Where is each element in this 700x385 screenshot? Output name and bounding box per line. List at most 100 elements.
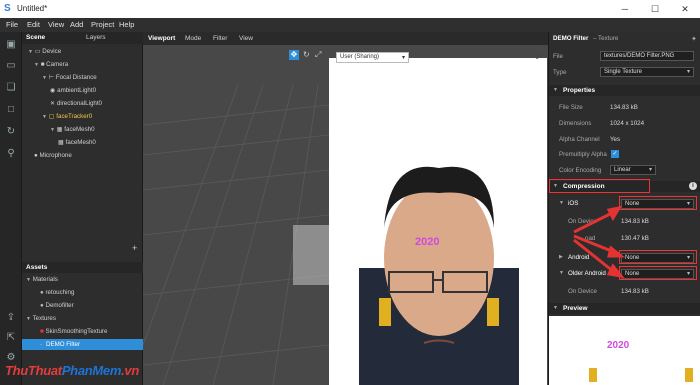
mesh-object	[293, 225, 329, 285]
preview-section-header[interactable]: ▼ Preview	[549, 303, 700, 314]
chevron-down-icon: ▾	[401, 55, 405, 61]
tab-layers[interactable]: Layers	[86, 34, 106, 41]
tree-item-microphone[interactable]: ● Microphone	[34, 152, 72, 159]
app-logo-icon: S	[4, 3, 11, 14]
premultiply-checkbox[interactable]: ✓	[611, 150, 619, 158]
move-tool-icon[interactable]: ✥	[289, 50, 299, 60]
material-sphere-icon: ●	[40, 302, 44, 309]
add-object-button[interactable]: +	[132, 243, 137, 253]
tree-item-face-tracker[interactable]: ▼ ▢ faceTracker0	[42, 113, 92, 120]
file-field[interactable]: textures/DEMO Filter.PNG	[600, 51, 694, 61]
tree-item-device[interactable]: ▼ ▭ Device	[28, 48, 61, 55]
video-icon[interactable]: ▭	[5, 60, 17, 72]
asset-material-retouching[interactable]: ● retouching	[40, 289, 74, 296]
color-encoding-dropdown[interactable]: Linear ▾	[610, 165, 656, 175]
alpha-value: Yes	[610, 136, 621, 143]
expand-icon[interactable]: ⤢	[536, 52, 542, 62]
face-preview-image	[359, 166, 519, 385]
menu-project[interactable]: Project	[91, 20, 114, 29]
title-bar: S Untitled* ─ ☐ ✕	[0, 0, 700, 18]
dimensions-value: 1024 x 1024	[610, 120, 645, 127]
viewport-tabs: Viewport Mode Filter View	[143, 32, 548, 45]
tab-filter[interactable]: Filter	[213, 35, 227, 42]
texture-red-icon: ■	[40, 328, 44, 335]
device-icon: ▭	[34, 48, 41, 55]
tab-mode[interactable]: Mode	[185, 35, 201, 42]
tool-strip: ▣ ▭ ❏ □ ↻ ⚲ ⇪ ⇱ ⚙	[0, 32, 22, 385]
face-overlay-2020: 2020	[415, 236, 440, 248]
asset-group-materials[interactable]: ▼ Materials	[26, 276, 58, 283]
preview-2020-text: 2020	[607, 340, 630, 351]
preview-sticker-right	[685, 368, 693, 382]
asset-material-demofilter[interactable]: ● Demofilter	[40, 302, 74, 309]
assets-header: Assets	[22, 262, 143, 273]
asset-texture-demo-filter[interactable]: · DEMO Filter	[22, 339, 143, 350]
light-icon: ◉	[50, 87, 56, 94]
highlight-ios	[619, 196, 697, 210]
layers-icon[interactable]: ❏	[5, 82, 17, 94]
viewport[interactable]: Viewport Mode Filter View ✥ ↻ ⤢ 2020 Use…	[143, 32, 548, 385]
scale-tool-icon[interactable]: ⤢	[315, 50, 321, 60]
preview-area[interactable]: 2020	[329, 58, 547, 385]
tab-viewport[interactable]: Viewport	[148, 35, 175, 42]
info-icon[interactable]: i	[689, 182, 697, 190]
menu-file[interactable]: File	[6, 20, 18, 29]
export-icon[interactable]: ⇪	[5, 312, 17, 324]
layout-icon[interactable]: ▣	[5, 39, 17, 51]
refresh-icon[interactable]: ↻	[5, 126, 17, 138]
close-button[interactable]: ✕	[670, 0, 700, 18]
chevron-down-icon: ▾	[648, 167, 652, 173]
window-title: Untitled*	[17, 4, 48, 13]
mesh-icon: ▦	[56, 126, 63, 133]
asset-group-textures[interactable]: ▼ Textures	[26, 315, 56, 322]
microphone-icon: ●	[34, 152, 38, 159]
share-icon[interactable]: ⇱	[5, 332, 17, 344]
minimize-button[interactable]: ─	[610, 0, 640, 18]
type-dropdown[interactable]: Single Texture ▾	[600, 67, 694, 77]
menu-add[interactable]: Add	[70, 20, 83, 29]
color-encoding-label: Color Encoding	[559, 167, 602, 174]
properties-panel: DEMO Filter – Texture ✦ File textures/DE…	[548, 32, 700, 385]
tab-scene[interactable]: Scene	[26, 34, 45, 41]
face-tracker-icon: ▢	[48, 113, 55, 120]
tab-view[interactable]: View	[239, 35, 253, 42]
viewport-grid	[143, 84, 329, 385]
camera-selector[interactable]: User (Sharing) ▾	[336, 52, 409, 63]
texture-icon: ·	[40, 341, 43, 348]
tree-item-face-mesh-child[interactable]: ▦ faceMesh0	[58, 139, 96, 146]
menu-view[interactable]: View	[48, 20, 64, 29]
stop-icon[interactable]: □	[5, 104, 17, 116]
camera-icon: ■	[40, 61, 45, 68]
menu-help[interactable]: Help	[119, 20, 134, 29]
older-android-on-device-label: On Device	[568, 288, 597, 295]
focal-icon: ⊢	[48, 74, 55, 81]
premultiply-label: Premultiply Alpha	[559, 151, 607, 158]
tree-item-directional-light[interactable]: ✕ directionalLight0	[50, 100, 102, 107]
alpha-label: Alpha Channel	[559, 136, 600, 143]
tree-item-camera[interactable]: ▼ ■ Camera	[34, 61, 68, 68]
material-sphere-icon: ●	[40, 289, 44, 296]
menu-bar: File Edit View Add Project Help	[0, 18, 700, 32]
menu-edit[interactable]: Edit	[27, 20, 40, 29]
annotation-arrows	[573, 205, 626, 279]
highlight-older-android	[619, 266, 697, 280]
highlight-android	[619, 250, 697, 264]
maximize-button[interactable]: ☐	[640, 0, 670, 18]
preview-sticker-left	[589, 368, 597, 382]
properties-section-header[interactable]: ▼ Properties	[549, 85, 700, 96]
texture-preview: 2020	[549, 316, 700, 385]
magic-wand-icon[interactable]: ✦	[691, 35, 697, 43]
tree-item-face-mesh[interactable]: ▼ ▦ faceMesh0	[50, 126, 95, 133]
file-size-label: File Size	[559, 104, 583, 111]
mesh-child-icon: ▦	[58, 139, 64, 146]
asset-texture-skin-smoothing[interactable]: ■ SkinSmoothingTexture	[40, 328, 107, 335]
older-android-on-device-value: 134.83 kB	[621, 288, 649, 295]
scene-tabs: Scene Layers	[22, 32, 143, 44]
search-icon[interactable]: ⚲	[5, 148, 17, 160]
directional-light-icon: ✕	[50, 100, 56, 107]
tree-item-focal-distance[interactable]: ▼ ⊢ Focal Distance	[42, 74, 97, 81]
chevron-down-icon: ▾	[686, 69, 690, 75]
tree-item-ambient-light[interactable]: ◉ ambientLight0	[50, 87, 96, 94]
rotate-tool-icon[interactable]: ↻	[303, 50, 310, 59]
dimensions-label: Dimensions	[559, 120, 592, 127]
